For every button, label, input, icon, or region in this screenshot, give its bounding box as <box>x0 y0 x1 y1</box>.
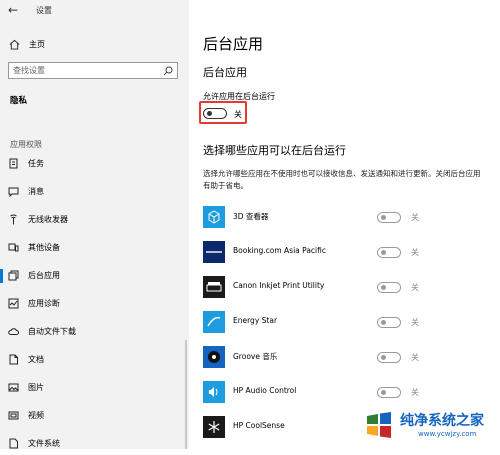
toggle-knob <box>381 215 386 220</box>
app-toggle-state: 关 <box>411 318 419 327</box>
sidebar-item-auto-file-download[interactable]: 自动文件下载 <box>0 321 189 343</box>
app-toggle[interactable] <box>377 317 401 328</box>
sidebar-item-label: 消息 <box>28 187 44 196</box>
background-apps-icon <box>8 270 19 281</box>
sidebar-item-label: 其他设备 <box>28 243 60 252</box>
app-row-canon: Canon Inkjet Print Utility 关 <box>203 276 498 306</box>
booking-icon <box>203 241 225 263</box>
app-toggle[interactable] <box>377 247 401 258</box>
toggle-knob <box>381 320 386 325</box>
search-input[interactable] <box>13 65 158 76</box>
watermark-logo-icon <box>367 412 391 438</box>
app-row-groove: Groove 音乐 关 <box>203 346 498 376</box>
sidebar-item-label: 自动文件下载 <box>28 327 76 336</box>
sidebar-item-pictures[interactable]: 图片 <box>0 377 189 399</box>
choose-apps-description: 选择允许哪些应用在不使用时也可以接收信息、发送通知和进行更新。关闭后台应用有助于… <box>203 169 481 190</box>
radio-icon <box>10 214 17 225</box>
app-name: Booking.com Asia Pacific <box>233 246 326 255</box>
sidebar-item-label: 图片 <box>28 383 44 392</box>
app-name: Groove 音乐 <box>233 352 278 361</box>
3d-viewer-icon <box>203 206 225 228</box>
app-toggle-state: 关 <box>411 283 419 292</box>
video-icon <box>8 411 19 420</box>
sidebar-item-background-apps[interactable]: 后台应用 <box>0 265 189 287</box>
devices-icon <box>8 243 19 252</box>
app-toggle[interactable] <box>377 212 401 223</box>
toggle-knob <box>381 285 386 290</box>
app-toggle-state: 关 <box>411 353 419 362</box>
app-toggle-state: 关 <box>411 213 419 222</box>
toggle-knob <box>381 250 386 255</box>
app-toggle-state: 关 <box>411 248 419 257</box>
file-system-icon <box>9 438 18 449</box>
app-toggle[interactable] <box>377 282 401 293</box>
window-title: 设置 <box>36 6 52 15</box>
home-label: 主页 <box>29 40 45 49</box>
sidebar-item-label: 后台应用 <box>28 271 60 280</box>
watermark: 纯净系统之家 www.ycwjzy.com <box>364 406 500 449</box>
search-box[interactable] <box>8 62 178 79</box>
printer-icon <box>203 276 225 298</box>
sidebar: ← 设置 主页 隐私 应用权限 任务 消息 无线收发器 其他设备 后台应用 <box>0 0 189 449</box>
choose-apps-heading: 选择哪些应用可以在后台运行 <box>203 144 346 157</box>
allow-background-state: 关 <box>234 110 242 119</box>
page-title: 后台应用 <box>203 35 264 53</box>
diagnostics-icon <box>8 298 19 309</box>
active-indicator <box>0 269 3 283</box>
cloud-icon <box>8 328 19 335</box>
sidebar-item-tasks[interactable]: 任务 <box>0 153 189 175</box>
snowflake-icon <box>203 416 225 438</box>
sidebar-item-label: 无线收发器 <box>28 215 68 224</box>
background-apps-heading: 后台应用 <box>203 66 247 79</box>
back-arrow-icon[interactable]: ← <box>8 3 18 17</box>
allow-background-toggle[interactable] <box>203 108 227 119</box>
toggle-knob <box>381 390 386 395</box>
app-name: Energy Star <box>233 316 278 325</box>
sidebar-scrollbar[interactable] <box>185 340 187 449</box>
sidebar-item-messages[interactable]: 消息 <box>0 181 189 203</box>
sidebar-item-label: 文件系统 <box>28 439 60 448</box>
home-icon <box>9 39 20 50</box>
app-row-3d-viewer: 3D 查看器 关 <box>203 206 498 236</box>
title-bar: ← 设置 <box>0 0 189 22</box>
watermark-text: 纯净系统之家 <box>400 413 484 429</box>
audio-icon <box>203 381 225 403</box>
message-icon <box>8 187 19 197</box>
privacy-heading: 隐私 <box>10 96 28 106</box>
sidebar-item-videos[interactable]: 视频 <box>0 405 189 427</box>
groove-music-icon <box>203 346 225 368</box>
app-permissions-heading: 应用权限 <box>10 140 42 149</box>
search-icon[interactable] <box>163 66 173 76</box>
app-name: HP CoolSense <box>233 421 285 430</box>
document-icon <box>9 354 18 365</box>
app-toggle-state: 关 <box>411 388 419 397</box>
sidebar-item-label: 视频 <box>28 411 44 420</box>
energy-star-icon <box>203 311 225 333</box>
sidebar-item-label: 应用诊断 <box>28 299 60 308</box>
app-name: HP Audio Control <box>233 386 297 395</box>
app-row-energy-star: Energy Star 关 <box>203 311 498 341</box>
tasks-icon <box>9 158 18 169</box>
sidebar-item-app-diagnostics[interactable]: 应用诊断 <box>0 293 189 315</box>
picture-icon <box>8 383 19 392</box>
sidebar-item-documents[interactable]: 文档 <box>0 349 189 371</box>
sidebar-item-label: 文档 <box>28 355 44 364</box>
app-name: Canon Inkjet Print Utility <box>233 281 325 290</box>
app-name: 3D 查看器 <box>233 212 269 221</box>
app-toggle[interactable] <box>377 387 401 398</box>
toggle-knob <box>381 355 386 360</box>
sidebar-item-radios[interactable]: 无线收发器 <box>0 209 189 231</box>
sidebar-item-other-devices[interactable]: 其他设备 <box>0 237 189 259</box>
sidebar-item-file-system[interactable]: 文件系统 <box>0 433 189 455</box>
app-row-booking: Booking.com Asia Pacific 关 <box>203 241 498 271</box>
toggle-knob <box>207 111 212 116</box>
main-content: 后台应用 后台应用 允许应用在后台运行 关 选择哪些应用可以在后台运行 选择允许… <box>189 0 500 449</box>
sidebar-item-label: 任务 <box>28 159 44 168</box>
app-toggle[interactable] <box>377 352 401 363</box>
watermark-url: www.ycwjzy.com <box>418 430 477 438</box>
